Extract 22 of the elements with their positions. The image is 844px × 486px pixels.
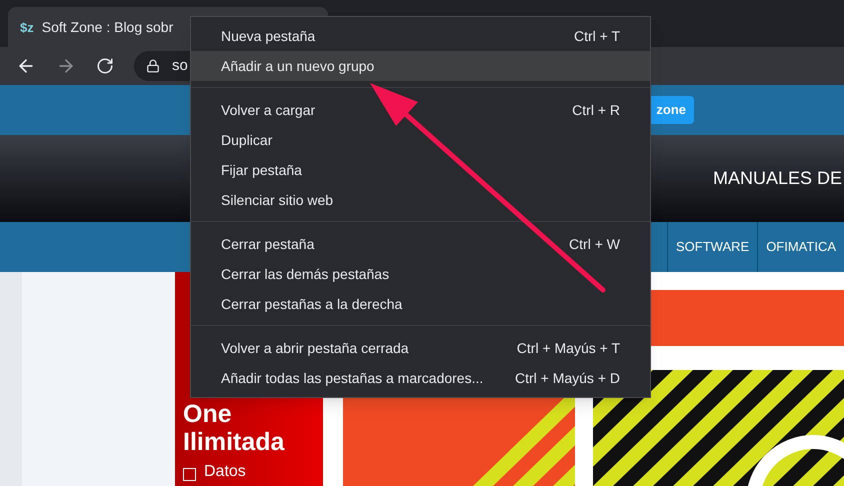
shortcut-label: Ctrl + Mayús + D [514, 368, 620, 388]
tab-title: Soft Zone : Blog sobr [42, 18, 174, 37]
menu-item-label: Fijar pestaña [221, 160, 302, 180]
shortcut-label: Ctrl + T [574, 26, 620, 46]
shortcut-label: Ctrl + W [569, 234, 620, 254]
menu-item-label: Duplicar [221, 130, 272, 150]
header-text: MANUALES DE [712, 167, 842, 190]
menu-item-label: Silenciar sitio web [221, 190, 334, 210]
ad-title: One [183, 400, 233, 428]
menu-item-label: Volver a cargar [221, 100, 316, 120]
shortcut-label: Ctrl + R [572, 100, 620, 120]
shortcut-label: Ctrl + Mayús + T [516, 338, 620, 358]
menu-item-label: Nueva pestaña [221, 26, 316, 46]
menu-item-label: Volver a abrir pestaña cerrada [221, 338, 409, 358]
menu-item-label: Añadir todas las pestañas a marcadores... [221, 368, 484, 388]
menu-item-label: Cerrar pestañas a la derecha [221, 294, 402, 314]
ad-title: Ilimitada [183, 428, 286, 456]
menu-item-label: Cerrar pestaña [221, 234, 314, 254]
menu-item-label: Cerrar las demás pestañas [221, 264, 390, 284]
favicon: $z [20, 20, 34, 34]
menu-item-label: Añadir a un nuevo grupo [221, 56, 374, 76]
ad-bullet: Datos [204, 462, 246, 482]
